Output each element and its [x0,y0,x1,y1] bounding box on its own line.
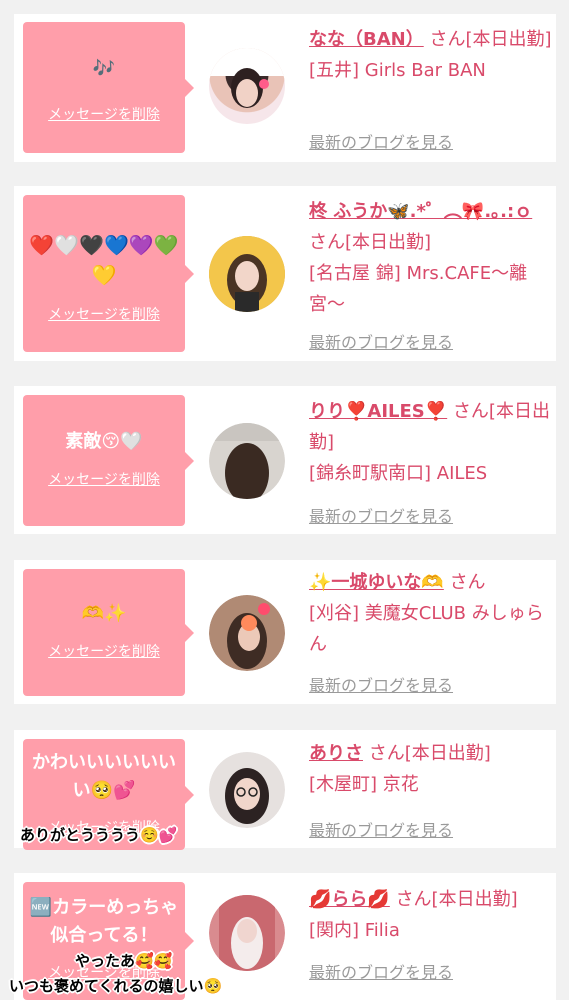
avatar[interactable] [209,895,285,971]
message-text: 🫶✨ [81,603,127,624]
status-text: さん [449,572,486,593]
message-text: かわいいいいいいい🥺💕 [32,752,176,801]
status-text: さん[本日出勤] [429,29,552,50]
message-bubble: ❤️🤍🖤💙💜💚💛 メッセージを削除 [23,195,194,352]
avatar[interactable] [209,236,285,312]
message-text: 🎶 [92,58,116,79]
shop-name: [五井] Girls Bar BAN [309,60,486,81]
blog-link[interactable]: 最新のブログを見る [309,817,453,841]
message-text: 🆕カラーめっちゃ似合ってる！ [29,897,179,946]
avatar[interactable] [209,423,285,499]
profile-info: 柊 ふうか🦋.*゜︵🎀.｡.:ｏ さん[本日出勤] [名古屋 錦] Mrs.CA… [309,196,554,320]
blog-link[interactable]: 最新のブログを見る [309,959,453,983]
shop-name: [刈谷] 美魔女CLUB みしゅらん [309,603,544,655]
message-bubble: 🫶✨ メッセージを削除 [23,569,194,696]
status-text: さん[本日出勤] [368,743,491,764]
profile-info: 💋らら💋 さん[本日出勤] [関内] Filia [309,884,554,946]
message-card: 🎶 メッセージを削除 なな（BAN） さん[本日出勤] [五井] Girls B… [14,14,556,162]
profile-info: りり❣️AILES❣️ さん[本日出勤] [錦糸町駅南口] AILES [309,396,554,489]
blog-link[interactable]: 最新のブログを見る [309,129,453,153]
delete-message-link[interactable]: メッセージを削除 [23,104,185,124]
delete-message-link[interactable]: メッセージを削除 [23,641,185,661]
avatar[interactable] [209,48,285,124]
profile-info: ありさ さん[本日出勤] [木屋町] 京花 [309,738,554,800]
message-card: 素敵😚🤍 メッセージを削除 りり❣️AILES❣️ さん[本日出勤] [錦糸町駅… [14,386,556,534]
shop-name: [関内] Filia [309,920,400,941]
message-bubble: 🎶 メッセージを削除 [23,22,194,153]
shop-name: [錦糸町駅南口] AILES [309,463,488,484]
status-text: さん[本日出勤] [395,889,518,910]
blog-link[interactable]: 最新のブログを見る [309,672,453,696]
message-text: ❤️🤍🖤💙💜💚💛 [29,233,179,287]
delete-message-link[interactable]: メッセージを削除 [23,469,185,489]
profile-name-link[interactable]: ありさ [309,743,363,764]
message-card: 🫶✨ メッセージを削除 ✨一城ゆいな🫶 さん [刈谷] 美魔女CLUB みしゅら… [14,560,556,704]
profile-name-link[interactable]: 柊 ふうか🦋.*゜︵🎀.｡.:ｏ [309,201,532,222]
avatar[interactable] [209,595,285,671]
message-card: ❤️🤍🖤💙💜💚💛 メッセージを削除 柊 ふうか🦋.*゜︵🎀.｡.:ｏ さん[本日… [14,186,556,361]
profile-info: なな（BAN） さん[本日出勤] [五井] Girls Bar BAN [309,24,554,86]
blog-link[interactable]: 最新のブログを見る [309,503,453,527]
reply-text: やったあ🥰🥰 [75,952,173,970]
reply-text: いつも褒めてくれるの嬉しい🥺 [9,977,223,995]
reply-text: ありがとうううう☺️💕 [20,826,178,844]
status-text: さん[本日出勤] [309,232,432,253]
message-bubble: 素敵😚🤍 メッセージを削除 [23,395,194,526]
blog-link[interactable]: 最新のブログを見る [309,329,453,353]
profile-name-link[interactable]: りり❣️AILES❣️ [309,401,447,422]
profile-name-link[interactable]: なな（BAN） [309,29,424,50]
avatar[interactable] [209,752,285,828]
profile-info: ✨一城ゆいな🫶 さん [刈谷] 美魔女CLUB みしゅらん [309,567,554,660]
delete-message-link[interactable]: メッセージを削除 [23,304,185,324]
shop-name: [木屋町] 京花 [309,774,419,795]
profile-name-link[interactable]: 💋らら💋 [309,889,390,910]
profile-name-link[interactable]: ✨一城ゆいな🫶 [309,572,444,593]
shop-name: [名古屋 錦] Mrs.CAFE〜離宮〜 [309,263,528,315]
message-text: 素敵😚🤍 [65,431,143,452]
